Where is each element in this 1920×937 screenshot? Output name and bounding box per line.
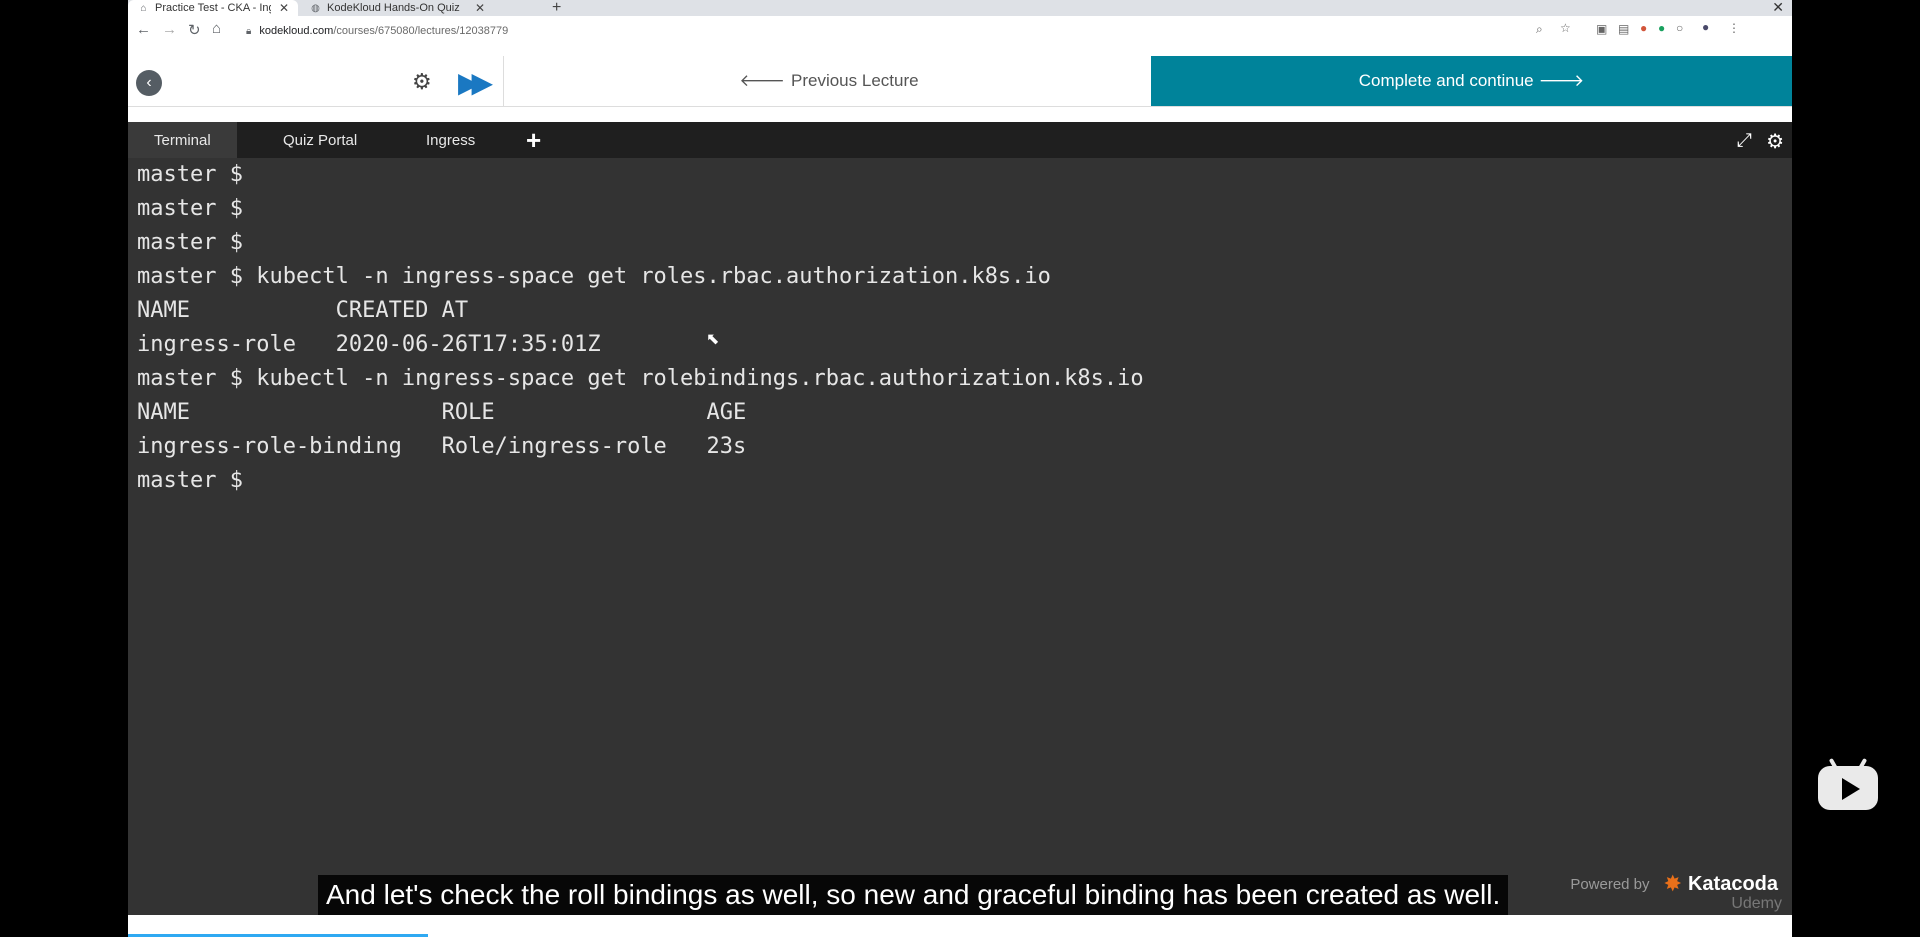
previous-lecture-button[interactable]: 🡐 Previous Lecture [504, 56, 1154, 106]
profile-avatar[interactable]: ● [1702, 20, 1709, 34]
tab-label: Practice Test - CKA - Ingress N [155, 2, 271, 14]
lecture-header: ‹ ⚙ ▶▶ 🡐 Previous Lecture Complete and c… [128, 56, 1792, 107]
close-icon[interactable]: ✕ [475, 1, 485, 15]
terminal-line: master $ [137, 230, 243, 255]
back-arrow-icon[interactable]: ← [136, 21, 151, 38]
browser-tab-practice-test[interactable]: ⌂ Practice Test - CKA - Ingress N ✕ [128, 0, 298, 16]
terminal-line: master $ kubectl -n ingress-space get ro… [137, 264, 1051, 289]
extension-icon[interactable]: ▣ [1596, 22, 1607, 36]
menu-dots-icon[interactable]: ⋮ [1728, 21, 1740, 35]
globe-icon: ◍ [311, 2, 320, 14]
previous-lecture-label: Previous Lecture [791, 71, 919, 90]
home-icon[interactable]: ⌂ [212, 20, 221, 37]
bookmark-star-icon[interactable]: ☆ [1560, 21, 1571, 35]
terminal-line: master $ kubectl -n ingress-space get ro… [137, 366, 1144, 391]
katacoda-badge[interactable]: Powered by ✸ Katacoda [1570, 871, 1778, 897]
zoom-icon[interactable]: ⌕ [1536, 22, 1543, 37]
arrow-right-icon: 🡒 [1538, 71, 1585, 90]
fullscreen-icon[interactable]: ⤢ [1737, 130, 1752, 152]
terminal-output[interactable]: master $ master $ master $ master $ kube… [128, 158, 1792, 915]
lock-icon: 🔒︎ [246, 25, 252, 37]
video-subtitle: And let's check the roll bindings as wel… [318, 875, 1509, 915]
browser-tab-strip: ⌂ Practice Test - CKA - Ingress N ✕ ◍ Ko… [128, 0, 1792, 16]
play-icon [1842, 778, 1860, 800]
arrow-left-icon: 🡐 [739, 71, 785, 90]
terminal-line: NAME CREATED AT [137, 298, 469, 323]
extension-icon[interactable]: ● [1658, 21, 1665, 35]
autoplay-forward-icon[interactable]: ▶▶ [458, 66, 493, 99]
extension-icon[interactable]: ○ [1676, 21, 1683, 35]
tab-ingress[interactable]: Ingress [400, 122, 501, 158]
tab-quiz-portal[interactable]: Quiz Portal [257, 122, 383, 158]
settings-gear-icon[interactable]: ⚙ [412, 69, 432, 95]
browser-window: ⌂ Practice Test - CKA - Ingress N ✕ ◍ Ko… [128, 0, 1792, 937]
house-icon: ⌂ [140, 2, 147, 14]
terminal-tab-bar: Terminal Quiz Portal Ingress + ⤢ ⚙ [128, 122, 1792, 158]
browser-tab-quiz[interactable]: ◍ KodeKloud Hands-On Quiz ✕ [300, 0, 540, 16]
tab-terminal[interactable]: Terminal [128, 122, 237, 158]
tab-label: KodeKloud Hands-On Quiz [327, 2, 460, 14]
close-icon[interactable]: ✕ [279, 1, 289, 15]
katacoda-brand: Katacoda [1687, 872, 1778, 895]
mouse-cursor-icon: ⬉ [706, 331, 720, 348]
window-close-icon[interactable]: ✕ [1772, 0, 1784, 16]
extension-icon[interactable]: ● [1640, 21, 1647, 35]
terminal-line: master $ [137, 468, 243, 493]
terminal-line: NAME ROLE AGE [137, 400, 747, 425]
url-domain: kodekloud.com [259, 25, 334, 37]
terminal-line: ingress-role 2020-06-26T17:35:01Z [137, 332, 601, 357]
complete-label: Complete and continue [1358, 71, 1534, 90]
forward-arrow-icon[interactable]: → [162, 21, 177, 38]
powered-by-label: Powered by [1570, 875, 1650, 893]
add-tab-icon[interactable]: + [526, 125, 541, 156]
terminal-settings-gear-icon[interactable]: ⚙ [1766, 129, 1784, 154]
tv-player-icon[interactable] [1818, 757, 1878, 810]
reload-icon[interactable]: ↻ [188, 21, 201, 39]
terminal-line: master $ [137, 162, 243, 187]
extension-icon[interactable]: ▤ [1618, 22, 1629, 36]
new-tab-button[interactable]: + [552, 0, 561, 17]
terminal-line: ingress-role-binding Role/ingress-role 2… [137, 434, 747, 459]
terminal-line: master $ [137, 196, 243, 221]
complete-and-continue-button[interactable]: Complete and continue 🡒 [1151, 56, 1792, 106]
url-path: /courses/675080/lectures/12038779 [333, 25, 509, 37]
url-field[interactable]: 🔒︎ kodekloud.com/courses/675080/lectures… [246, 20, 1666, 42]
udemy-watermark: Udemy [1731, 895, 1782, 912]
back-chevron-icon[interactable]: ‹ [136, 70, 162, 96]
katacoda-logo-icon: ✸ [1663, 871, 1682, 896]
